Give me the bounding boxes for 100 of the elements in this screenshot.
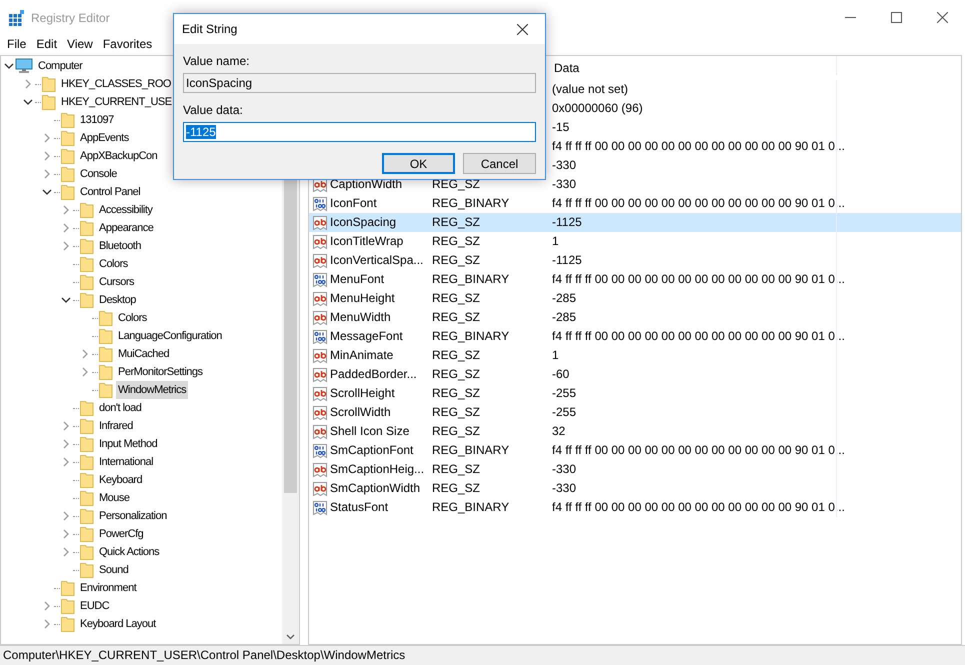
tree-item[interactable]: Personalization [97, 507, 169, 525]
folder-icon [80, 256, 94, 272]
value-data: -255 [552, 404, 576, 421]
value-name: MenuFont [330, 271, 384, 288]
folder-icon [99, 346, 113, 362]
value-data-field[interactable]: -1125 [183, 122, 536, 142]
list-row[interactable]: IconTitleWrap REG_SZ 1 [309, 232, 961, 251]
folder-icon [61, 166, 75, 182]
tree-item[interactable]: PowerCfg [97, 525, 146, 543]
tree-item[interactable]: Desktop [97, 291, 138, 309]
tree-item[interactable]: don't load [97, 399, 144, 417]
string-value-icon [312, 252, 328, 268]
tree-item[interactable]: Bluetooth [97, 237, 143, 255]
column-header[interactable]: Data [549, 56, 836, 80]
value-name: PaddedBorder... [330, 366, 417, 383]
menu-item[interactable]: View [62, 35, 98, 53]
tree-item[interactable]: Cursors [97, 273, 136, 291]
tree-item[interactable]: Quick Actions [97, 543, 162, 561]
list-row[interactable]: ScrollHeight REG_SZ -255 [309, 384, 961, 403]
value-name: SmCaptionFont [330, 442, 414, 459]
tree-item[interactable]: AppXBackupCon [78, 147, 160, 165]
tree-item[interactable]: Environment [78, 579, 138, 597]
folder-icon [80, 202, 94, 218]
menu-item[interactable]: Favorites [98, 35, 158, 53]
string-value-icon [312, 404, 328, 420]
list-row[interactable]: SmCaptionHeig... REG_SZ -330 [309, 460, 961, 479]
tree-item[interactable]: Keyboard Layout [78, 615, 158, 633]
tree-item[interactable]: Input Method [97, 435, 160, 453]
menu-item[interactable]: File [2, 35, 32, 53]
tree-item[interactable]: WindowMetrics [116, 381, 188, 399]
folder-icon [80, 418, 94, 434]
list-row[interactable]: Shell Icon Size REG_SZ 32 [309, 422, 961, 441]
string-value-icon [312, 310, 328, 326]
cancel-button[interactable]: Cancel [463, 153, 536, 174]
list-row[interactable]: MenuHeight REG_SZ -285 [309, 289, 961, 308]
ok-button[interactable]: OK [382, 153, 455, 174]
tree-item[interactable]: Colors [97, 255, 130, 273]
value-name: MessageFont [330, 328, 403, 345]
tree-item[interactable]: Console [78, 165, 119, 183]
value-data: -330 [552, 480, 576, 497]
binary-value-icon [312, 500, 328, 516]
value-name: IconSpacing [330, 214, 396, 231]
folder-icon [61, 184, 75, 200]
list-row[interactable]: ScrollWidth REG_SZ -255 [309, 403, 961, 422]
folder-icon [80, 238, 94, 254]
folder-icon [80, 508, 94, 524]
value-type: REG_SZ [432, 347, 480, 364]
value-type: REG_SZ [432, 404, 480, 421]
tree-item[interactable]: HKEY_CURRENT_USE [59, 93, 174, 111]
tree-item[interactable]: Keyboard [97, 471, 144, 489]
folder-icon [80, 472, 94, 488]
string-value-icon [312, 424, 328, 440]
value-data: 0x00000060 (96) [552, 100, 643, 117]
list-row[interactable]: MinAnimate REG_SZ 1 [309, 346, 961, 365]
value-name: IconVerticalSpa... [330, 252, 424, 269]
tree-item[interactable]: Sound [97, 561, 130, 579]
folder-icon [61, 598, 75, 614]
folder-icon [80, 400, 94, 416]
value-type: REG_SZ [432, 461, 480, 478]
tree-item[interactable]: LanguageConfiguration [116, 327, 224, 345]
folder-icon [42, 76, 56, 92]
list-row[interactable]: 0x00000060 (96) [309, 99, 961, 118]
value-name-field[interactable]: IconSpacing [183, 73, 536, 93]
tree-item[interactable]: Infrared [97, 417, 135, 435]
tree-item[interactable]: HKEY_CLASSES_ROO [59, 75, 173, 93]
tree-item[interactable]: Colors [116, 309, 149, 327]
folder-icon [80, 526, 94, 542]
value-type: REG_BINARY [432, 271, 510, 288]
minimize-icon [844, 17, 856, 18]
tree-item[interactable]: International [97, 453, 156, 471]
binary-value-icon [312, 442, 328, 458]
value-name: Shell Icon Size [330, 423, 410, 440]
list-row[interactable]: IconVerticalSpa... REG_SZ -1125 [309, 251, 961, 270]
folder-icon [99, 382, 113, 398]
value-data: -330 [552, 176, 576, 193]
tree-item[interactable]: Accessibility [97, 201, 154, 219]
binary-value-icon [312, 196, 328, 212]
tree-item[interactable]: MuiCached [116, 345, 172, 363]
tree-item[interactable]: Computer [36, 57, 84, 75]
value-type: REG_SZ [432, 252, 480, 269]
menu-item[interactable]: Edit [31, 35, 62, 53]
field-label: Value data: [183, 102, 244, 119]
selected-list-row[interactable]: IconSpacing REG_SZ -1125 [309, 213, 961, 232]
window-title: Registry Editor [31, 10, 110, 26]
tree-item[interactable]: 131097 [78, 111, 116, 129]
value-data: -15 [552, 119, 570, 136]
tree-item[interactable]: PerMonitorSettings [116, 363, 205, 381]
tree-item[interactable]: Mouse [97, 489, 132, 507]
value-data: 1 [552, 347, 559, 364]
list-row[interactable]: MenuWidth REG_SZ -285 [309, 308, 961, 327]
tree-item[interactable]: Appearance [97, 219, 156, 237]
dialog-title: Edit String [182, 21, 238, 38]
string-value-icon [312, 366, 328, 382]
folder-icon [80, 436, 94, 452]
tree-item[interactable]: Control Panel [78, 183, 142, 201]
list-row[interactable]: SmCaptionWidth REG_SZ -330 [309, 479, 961, 498]
tree-item[interactable]: AppEvents [78, 129, 131, 147]
value-name: IconTitleWrap [330, 233, 404, 250]
list-row[interactable]: PaddedBorder... REG_SZ -60 [309, 365, 961, 384]
tree-item[interactable]: EUDC [78, 597, 112, 615]
